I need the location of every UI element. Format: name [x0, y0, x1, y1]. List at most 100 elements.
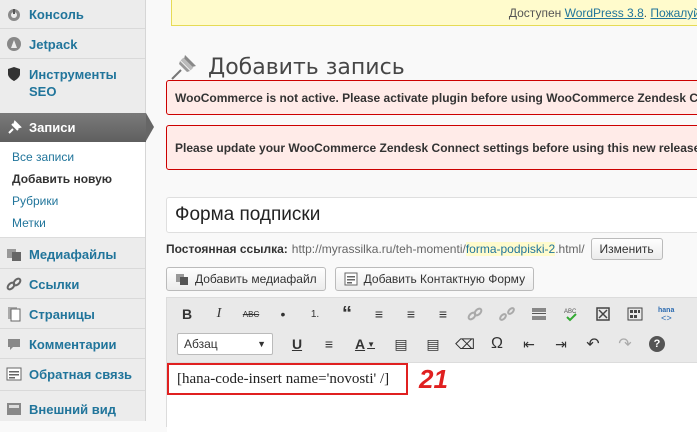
- more-tag-icon: [532, 308, 546, 320]
- spellcheck-icon: ABC: [564, 309, 577, 322]
- menu-label-jetpack: Jetpack: [29, 37, 78, 52]
- align-center-button[interactable]: ≡: [401, 304, 421, 324]
- editor-content-text[interactable]: [hana-code-insert name='novosti' /]: [167, 363, 408, 395]
- menu-item-jetpack[interactable]: Jetpack: [0, 36, 145, 53]
- menu-item-comments[interactable]: Комментарии: [0, 336, 145, 353]
- error-notice-zendesk: Please update your WooCommerce Zendesk C…: [166, 125, 697, 170]
- outdent-button[interactable]: ⇤: [519, 334, 539, 354]
- menu-label-appearance: Внешний вид: [29, 402, 116, 417]
- justify-button[interactable]: ≡: [319, 334, 339, 354]
- blockquote-button[interactable]: “: [337, 303, 357, 325]
- menu-label-posts: Записи: [29, 120, 76, 135]
- permalink-label: Постоянная ссылка:: [166, 242, 288, 256]
- remove-format-button[interactable]: ⌫: [455, 334, 475, 354]
- comments-icon: [8, 339, 20, 350]
- shield-icon: [8, 67, 20, 81]
- menu-item-posts[interactable]: Записи: [0, 113, 154, 142]
- insert-more-button[interactable]: [529, 304, 549, 324]
- numbered-list-button[interactable]: 1.: [305, 304, 325, 324]
- submenu-add-new[interactable]: Добавить новую: [12, 172, 112, 186]
- media-buttons-row: Добавить медиафайл Добавить Контактную Ф…: [166, 267, 535, 291]
- help-button[interactable]: ?: [647, 334, 667, 354]
- toolbar-row-2: Абзац ▼ U ≡ A ▼ ▤ ▤ ⌫ Ω ⇤ ⇥ ↶ ↷ ?: [177, 332, 679, 356]
- menu-separator: [0, 28, 145, 29]
- paste-word-button[interactable]: ▤: [423, 334, 443, 354]
- italic-button[interactable]: I: [209, 304, 229, 324]
- menu-separator: [0, 328, 145, 329]
- permalink-row: Постоянная ссылка: http://myrassilka.ru/…: [166, 238, 663, 260]
- update-nag: Доступен WordPress 3.8. Пожалуй: [171, 0, 697, 26]
- fullscreen-button[interactable]: [593, 304, 613, 324]
- pages-icon: [8, 307, 21, 322]
- menu-item-seo[interactable]: Инструменты SEO: [0, 66, 120, 100]
- pushpin-icon: [8, 119, 22, 134]
- notice-text: WooCommerce is not active. Please activa…: [175, 90, 697, 105]
- unlink-icon: [499, 307, 515, 321]
- unlink-button[interactable]: [497, 304, 517, 324]
- edit-permalink-button[interactable]: Изменить: [590, 238, 663, 260]
- menu-item-links[interactable]: Ссылки: [0, 276, 145, 293]
- svg-text:<>: <>: [661, 314, 672, 323]
- menu-label-media: Медиафайлы: [29, 247, 117, 262]
- update-nag-link[interactable]: WordPress 3.8: [565, 6, 644, 20]
- menu-label-links: Ссылки: [29, 277, 80, 292]
- underline-button[interactable]: U: [287, 334, 307, 354]
- help-icon: ?: [649, 336, 665, 352]
- add-media-label: Добавить медиафайл: [195, 272, 317, 286]
- text-color-label: A: [354, 336, 366, 352]
- add-media-button[interactable]: Добавить медиафайл: [166, 267, 326, 291]
- link-icon: [6, 277, 22, 291]
- align-left-button[interactable]: ≡: [369, 304, 389, 324]
- paste-text-button[interactable]: ▤: [391, 334, 411, 354]
- permalink-base: http://myrassilka.ru/teh-momenti/: [291, 242, 466, 256]
- feedback-icon: [6, 367, 22, 381]
- link-button[interactable]: [465, 304, 485, 324]
- hana-code-icon: hana<>: [658, 307, 674, 323]
- undo-button[interactable]: ↶: [583, 334, 603, 354]
- page-title: Добавить запись: [208, 54, 405, 80]
- notice-text: Please update your WooCommerce Zendesk C…: [175, 140, 697, 155]
- contact-form-icon: [344, 272, 358, 286]
- submenu-all-posts[interactable]: Все записи: [12, 150, 74, 164]
- indent-button[interactable]: ⇥: [551, 334, 571, 354]
- bullet-list-button[interactable]: •: [273, 304, 293, 324]
- submenu-categories[interactable]: Рубрики: [12, 194, 58, 208]
- spellcheck-button[interactable]: ABC: [561, 304, 581, 324]
- special-char-button[interactable]: Ω: [487, 334, 507, 354]
- menu-separator: [0, 390, 145, 391]
- media-icon: [7, 249, 21, 261]
- chevron-down-icon: ▼: [367, 339, 376, 349]
- active-arrow: [146, 113, 154, 141]
- error-notice-woocommerce: WooCommerce is not active. Please activa…: [166, 80, 697, 115]
- add-contact-form-button[interactable]: Добавить Контактную Форму: [334, 267, 535, 291]
- format-select[interactable]: Абзац ▼: [177, 333, 273, 355]
- toolbar-row-1: B I ABC • 1. “ ≡ ≡ ≡ ABC hana <>: [177, 302, 689, 326]
- redo-button[interactable]: ↷: [615, 334, 635, 354]
- menu-item-media[interactable]: Медиафайлы: [0, 246, 145, 263]
- menu-item-appearance[interactable]: Внешний вид: [0, 401, 145, 418]
- dashboard-icon: [8, 9, 20, 21]
- menu-item-console[interactable]: Консоль: [0, 6, 145, 23]
- annotation-number: 21: [419, 364, 448, 394]
- menu-item-feedback[interactable]: Обратная связь: [0, 366, 145, 383]
- visual-editor: B I ABC • 1. “ ≡ ≡ ≡ ABC hana <> Абзац ▼…: [166, 297, 697, 432]
- submenu-tags[interactable]: Метки: [12, 216, 46, 230]
- menu-separator: [0, 58, 145, 59]
- fullscreen-icon: [596, 307, 610, 321]
- menu-item-pages[interactable]: Страницы: [0, 306, 145, 323]
- add-contact-form-label: Добавить Контактную Форму: [363, 272, 526, 286]
- update-nag-suffix-link[interactable]: Пожалуй: [650, 6, 697, 20]
- jetpack-icon: [7, 37, 21, 51]
- format-select-value: Абзац: [184, 337, 218, 351]
- menu-label-pages: Страницы: [29, 307, 95, 322]
- text-color-button[interactable]: A ▼: [351, 334, 379, 354]
- link-icon: [467, 307, 483, 321]
- hana-code-button[interactable]: hana <>: [657, 304, 677, 324]
- bold-button[interactable]: B: [177, 304, 197, 324]
- update-nag-prefix: Доступен: [508, 6, 562, 20]
- permalink-slug[interactable]: forma-podpiski-2: [465, 242, 556, 256]
- align-right-button[interactable]: ≡: [433, 304, 453, 324]
- strikethrough-button[interactable]: ABC: [241, 304, 261, 324]
- post-title-input[interactable]: Форма подписки: [166, 197, 697, 233]
- kitchen-sink-button[interactable]: [625, 304, 645, 324]
